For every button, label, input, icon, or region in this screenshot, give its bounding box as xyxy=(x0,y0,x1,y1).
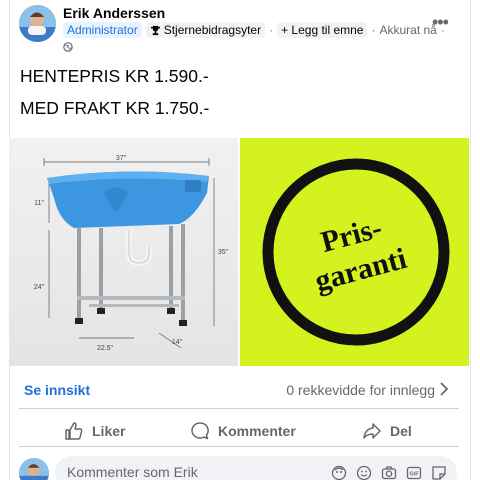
globe-icon[interactable] xyxy=(63,42,73,52)
dim-side-label: 14" xyxy=(172,339,183,346)
trophy-icon xyxy=(150,25,160,35)
camera-icon[interactable] xyxy=(381,465,397,480)
comment-button[interactable]: Kommenter xyxy=(190,421,296,441)
like-label: Liker xyxy=(92,423,126,439)
thumbs-up-icon xyxy=(65,422,83,440)
dim-width-label: 37" xyxy=(116,155,127,162)
comment-input[interactable]: Kommenter som Erik GIF xyxy=(55,456,457,480)
gif-icon[interactable]: GIF xyxy=(406,465,422,480)
share-label: Del xyxy=(390,423,412,439)
comment-label: Kommenter xyxy=(218,423,296,439)
emoji-icon[interactable] xyxy=(356,465,372,480)
comment-bubble-icon xyxy=(191,422,209,440)
share-button[interactable]: Del xyxy=(362,421,412,441)
post-reach-text[interactable]: 0 rekkevidde for innlegg xyxy=(205,382,435,398)
chevron-right-icon[interactable] xyxy=(438,380,450,398)
sticker-icon[interactable] xyxy=(431,465,447,480)
star-contributor-label: Stjernebidragsyter xyxy=(163,23,262,37)
divider xyxy=(19,408,459,409)
author-avatar[interactable] xyxy=(19,5,56,42)
comment-placeholder: Kommenter som Erik xyxy=(67,464,198,480)
product-image[interactable]: 37" 11" 24" 35" 22.5" 14" xyxy=(9,138,238,366)
meta-separator: · xyxy=(371,23,376,37)
dim-depth-label: 22.5" xyxy=(97,345,114,352)
dim-leg-label: 24" xyxy=(34,284,45,291)
dim-total-height-label: 35" xyxy=(218,249,229,256)
dim-tub-height-label: 11" xyxy=(34,200,44,207)
see-insights-link[interactable]: Se innsikt xyxy=(24,382,90,398)
post-text-line: HENTEPRIS KR 1.590.- xyxy=(20,66,209,86)
price-guarantee-image[interactable]: Pris- garanti xyxy=(240,138,469,366)
like-button[interactable]: Liker xyxy=(64,421,125,441)
svg-text:GIF: GIF xyxy=(409,472,419,478)
post-text-line: MED FRAKT KR 1.750.- xyxy=(20,98,210,118)
avatar-sticker-icon[interactable] xyxy=(331,465,347,480)
add-topic-button[interactable]: + Legg til emne xyxy=(277,22,368,38)
admin-badge[interactable]: Administrator xyxy=(63,22,142,38)
star-contributor-badge[interactable]: Stjernebidragsyter xyxy=(145,22,266,38)
share-arrow-icon xyxy=(363,423,381,439)
divider xyxy=(19,446,459,447)
post-timestamp[interactable]: Akkurat nå xyxy=(379,23,436,37)
post-meta: Administrator Stjernebidragsyter · + Leg… xyxy=(63,22,445,38)
meta-separator: · xyxy=(269,23,274,37)
commenter-avatar[interactable] xyxy=(19,458,49,480)
author-name[interactable]: Erik Anderssen xyxy=(63,5,165,21)
more-options-icon[interactable]: ••• xyxy=(432,12,449,33)
